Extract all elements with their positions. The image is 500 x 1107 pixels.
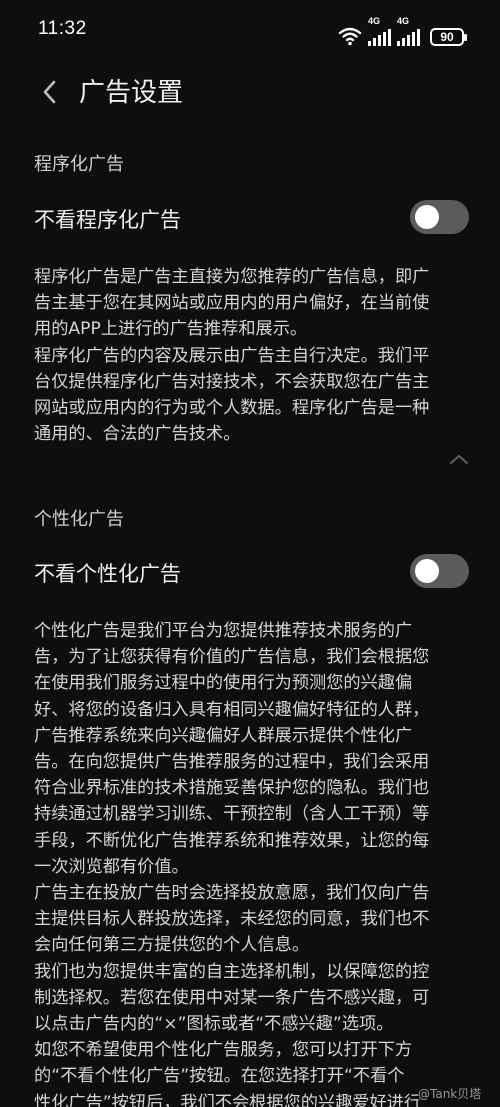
- description-line: 制选择权。若您在使用中对某一条广告不感兴趣，可: [34, 987, 430, 1008]
- description-line: 用的APP上进行的广告推荐和展示。: [34, 319, 308, 340]
- status-icons: 4G 4G 90: [338, 16, 467, 46]
- description-line: 网站或应用内的行为或个人数据。程序化广告是一种: [34, 398, 430, 419]
- description-line: 性化广告”按钮后，我们不会根据您的兴趣爱好进行: [34, 1092, 422, 1107]
- screen: 11:32 4G 4G 90 广告设置 程序化广告 不看程序化广告 程序化广告是…: [0, 0, 500, 1107]
- description-line: 在使用我们服务过程中的使用行为预测您的兴趣偏: [34, 673, 413, 694]
- description-line: 会向任何第三方提供您的个人信息。: [34, 935, 310, 956]
- status-time: 11:32: [38, 18, 87, 39]
- description-line: 通用的、合法的广告技术。: [34, 424, 241, 445]
- back-arrow-icon[interactable]: [38, 78, 62, 106]
- description-line: 的“不看个性化广告”按钮。在您选择打开“不看个: [34, 1066, 405, 1087]
- page-title: 广告设置: [79, 78, 184, 108]
- description-line: 告。在向您提供广告推荐服务的过程中，我们会采用: [34, 752, 430, 773]
- personalized-description: 个性化广告是我们平台为您提供推荐技术服务的广 告，为了让您获得有价值的广告信息，…: [34, 618, 474, 1107]
- description-line: 广告推荐系统来向兴趣偏好人群展示提供个性化广: [34, 725, 413, 746]
- description-line: 告，为了让您获得有价值的广告信息，我们会根据您: [34, 647, 430, 668]
- description-line: 一次浏览都有价值。: [34, 856, 189, 877]
- description-line: 广告主在投放广告时会选择投放意愿，我们仅向广告: [34, 883, 430, 904]
- programmatic-description: 程序化广告是广告主直接为您推荐的广告信息，即广 告主基于您在其网站或应用内的用户…: [34, 264, 474, 447]
- description-line: 个性化广告是我们平台为您提供推荐技术服务的广: [34, 621, 413, 641]
- description-line: 好、将您的设备归入具有相同兴趣偏好特征的人群，: [34, 699, 430, 720]
- description-line: 符合业界标准的技术措施妥善保护您的隐私。我们也: [34, 778, 430, 799]
- description-line: 持续通过机器学习训练、干预控制（含人工干预）等: [34, 804, 430, 825]
- chevron-up-icon[interactable]: [448, 452, 470, 466]
- watermark-label: @Tank贝塔: [418, 1085, 482, 1102]
- description-line: 台仅提供程序化广告对接技术，不会获取您在广告主: [34, 371, 430, 392]
- description-line: 告主基于您在其网站或应用内的用户偏好，在当前使: [34, 293, 430, 314]
- personalized-toggle-label: 不看个性化广告: [34, 562, 181, 586]
- app-header: 广告设置: [0, 62, 500, 122]
- programmatic-section-title: 程序化广告: [34, 154, 124, 175]
- personalized-section-title: 个性化广告: [34, 509, 124, 530]
- description-line: 程序化广告的内容及展示由广告主自行决定。我们平: [34, 345, 430, 366]
- programmatic-toggle[interactable]: [410, 200, 469, 234]
- signal-icon: 4G: [397, 16, 420, 46]
- signal-icon: 4G: [368, 16, 391, 46]
- toggle-knob: [415, 205, 439, 229]
- description-line: 我们也为您提供丰富的自主选择机制，以保障您的控: [34, 961, 430, 982]
- toggle-knob: [415, 559, 439, 583]
- battery-icon: 90: [430, 28, 467, 46]
- wifi-icon: [338, 27, 362, 46]
- network-type-label: 4G: [368, 16, 381, 26]
- description-line: 手段，不断优化广告推荐系统和推荐效果，让您的每: [34, 830, 430, 851]
- description-line: 如您不希望使用个性化广告服务，您可以打开下方: [34, 1040, 413, 1061]
- description-line: 程序化广告是广告主直接为您推荐的广告信息，即广: [34, 267, 430, 287]
- programmatic-toggle-label: 不看程序化广告: [34, 208, 181, 232]
- status-bar: 11:32 4G 4G 90: [0, 0, 500, 60]
- personalized-toggle[interactable]: [410, 554, 469, 588]
- network-type-label: 4G: [397, 16, 410, 26]
- description-line: 以点击广告内的“×”图标或者“不感兴趣”选项。: [34, 1014, 394, 1035]
- battery-level: 90: [440, 30, 454, 44]
- description-line: 主提供目标人群投放选择，未经您的同意，我们也不: [34, 909, 430, 930]
